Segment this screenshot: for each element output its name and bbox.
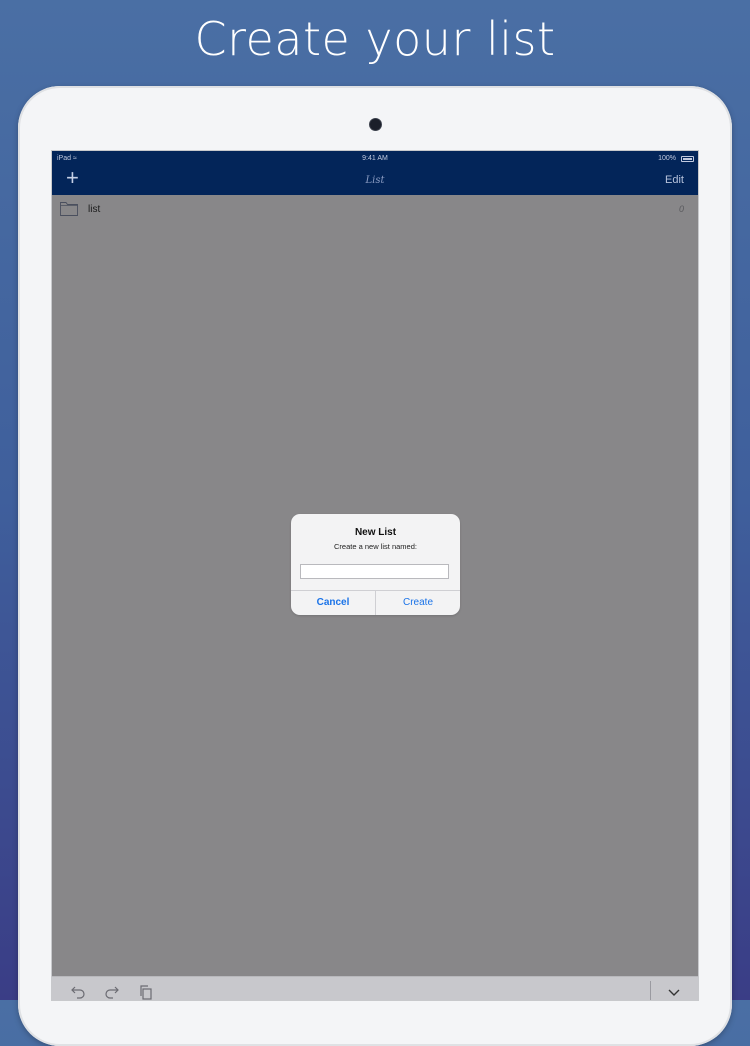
battery-percent: 100% <box>658 155 676 162</box>
undo-icon[interactable] <box>70 984 86 1000</box>
status-bar: iPad ≈ 9:41 AM 100% <box>52 151 698 167</box>
status-time: 9:41 AM <box>362 155 388 162</box>
nav-bar: + List Edit <box>52 165 698 195</box>
camera-icon <box>370 119 381 130</box>
list-item-name: list <box>88 204 101 215</box>
app-screen: iPad ≈ 9:41 AM 100% + List Edit list 0 N… <box>52 151 698 1000</box>
list-item[interactable]: list 0 <box>52 195 698 223</box>
nav-title: List <box>365 175 385 186</box>
edit-button[interactable]: Edit <box>665 174 684 186</box>
redo-icon[interactable] <box>104 984 120 1000</box>
dialog-message: Create a new list named: <box>334 542 417 551</box>
folder-icon <box>60 202 78 216</box>
dialog-title: New List <box>354 527 397 538</box>
toolbar-divider <box>650 981 651 1000</box>
headline: Create your list <box>194 12 556 66</box>
list-name-input[interactable] <box>300 564 449 579</box>
bottom-toolbar <box>52 976 698 1000</box>
copy-icon[interactable] <box>138 984 154 1000</box>
cancel-button[interactable]: Cancel <box>291 591 375 615</box>
new-list-dialog: New List Create a new list named: Cancel… <box>291 514 460 615</box>
create-button[interactable]: Create <box>376 591 460 615</box>
list-item-count: 0 <box>678 204 684 214</box>
battery-icon <box>681 156 694 162</box>
chevron-down-icon[interactable] <box>666 984 682 1000</box>
